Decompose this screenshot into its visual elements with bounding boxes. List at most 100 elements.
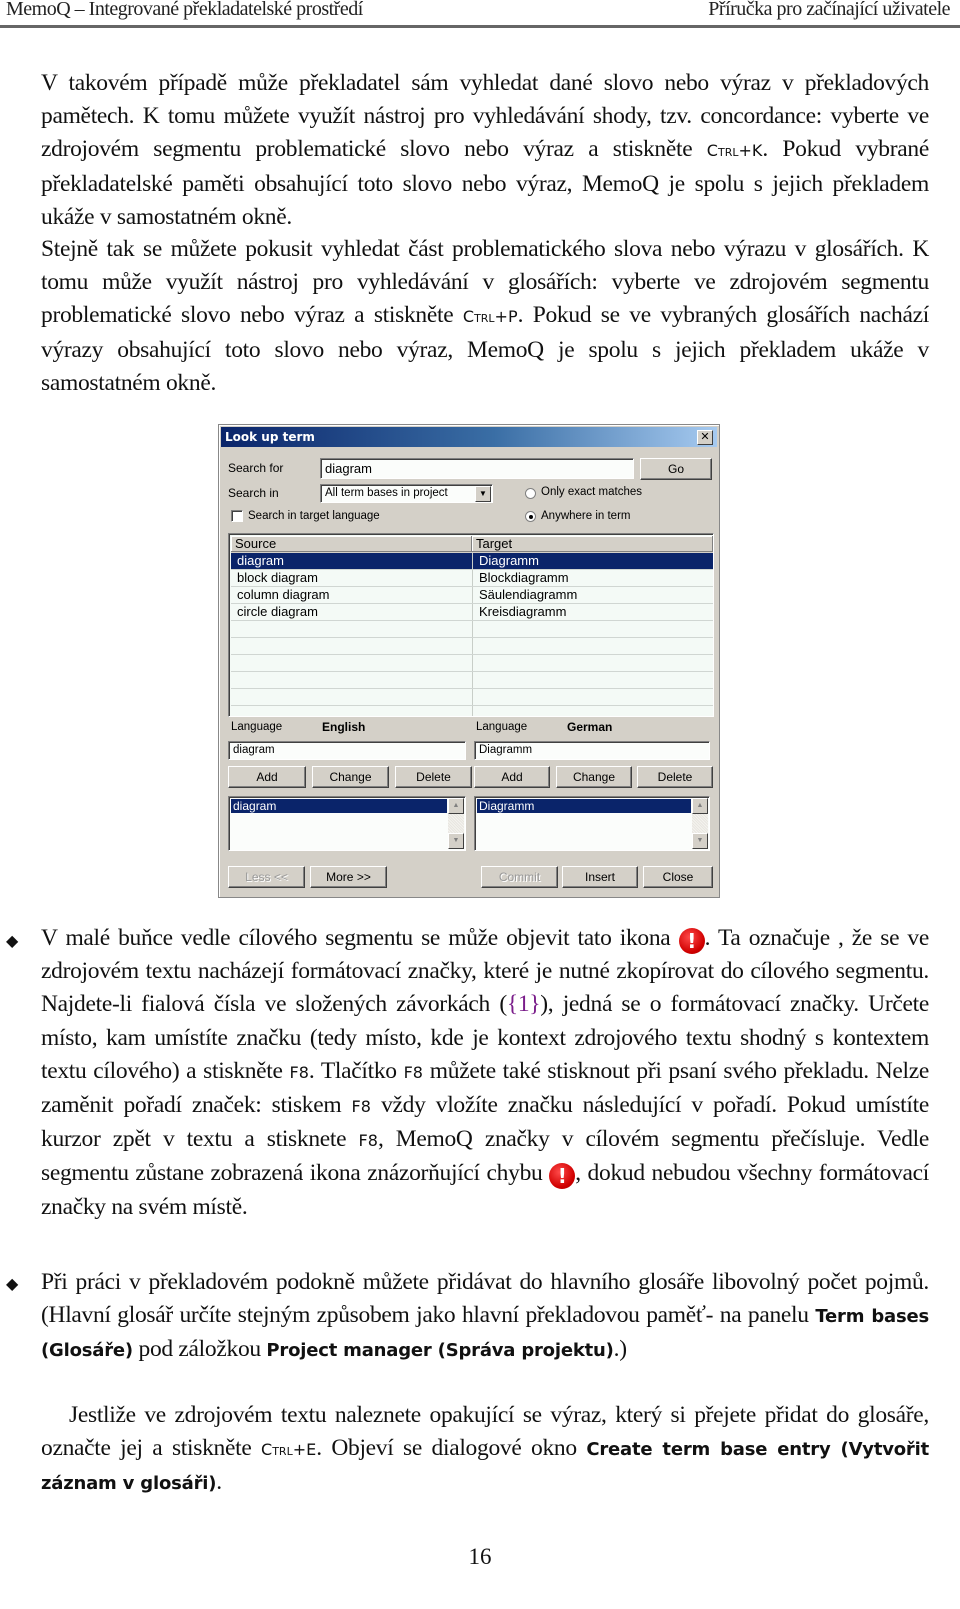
error-icon: ! <box>678 928 705 954</box>
source-change-button[interactable]: Change <box>312 766 389 788</box>
scroll-down-icon[interactable]: ▼ <box>448 833 464 849</box>
radio-anywhere-in-term[interactable] <box>525 511 536 522</box>
search-in-value: All term bases in project <box>325 487 448 499</box>
search-in-label: Search in <box>228 486 279 500</box>
empty-row <box>231 655 713 672</box>
bullet-paragraph-term-bases: Při práci v překladovém podokně můžete p… <box>41 1266 929 1368</box>
shortcut-ctrl-p: Ctrl+P <box>462 307 518 327</box>
target-delete-button[interactable]: Delete <box>637 766 713 788</box>
shortcut-f8: F8 <box>351 1097 371 1117</box>
empty-cell <box>472 672 713 688</box>
target-add-button[interactable]: Add <box>474 766 550 788</box>
table-row[interactable]: column diagram Säulendiagramm <box>231 587 713 604</box>
insert-button[interactable]: Insert <box>562 866 638 888</box>
empty-row <box>231 689 713 706</box>
empty-row <box>231 706 713 716</box>
empty-cell <box>472 655 713 671</box>
look-up-term-dialog: Look up term ✕ Search for diagram Go Sea… <box>218 424 720 898</box>
search-target-language-label: Search in target language <box>248 510 380 522</box>
empty-row <box>231 638 713 655</box>
radio-anywhere-in-term-label: Anywhere in term <box>541 510 631 522</box>
search-in-combo[interactable]: All term bases in project ▼ <box>320 484 493 503</box>
intro-paragraph-concordance: V takovém případě může překladatel sám v… <box>41 67 929 234</box>
target-term-list[interactable]: Diagramm ▲ ▼ <box>474 796 710 851</box>
shortcut-ctrl-e: Ctrl+E <box>261 1440 317 1460</box>
intro-paragraph-term-lookup: Stejně tak se můžete pokusit vyhledat čá… <box>41 233 929 400</box>
row-source: circle diagram <box>237 604 318 619</box>
scrollbar[interactable]: ▲ ▼ <box>692 798 708 849</box>
chevron-down-icon[interactable]: ▼ <box>475 486 491 502</box>
text: Při práci v překladovém podokně můžete p… <box>41 1269 929 1329</box>
source-language-value: English <box>322 720 366 734</box>
row-source: diagram <box>237 553 284 568</box>
source-term-input[interactable]: diagram <box>228 741 466 760</box>
commit-button[interactable]: Commit <box>481 866 558 888</box>
radio-only-exact-matches[interactable] <box>525 488 536 499</box>
paragraph-create-term-entry: Jestliže ve zdrojovém textu naleznete op… <box>41 1399 929 1501</box>
shortcut-f8: F8 <box>403 1062 423 1082</box>
row-target: Diagramm <box>472 553 713 569</box>
list-item[interactable]: Diagramm <box>477 799 691 813</box>
text: V malé buňce vedle cílového segmentu se … <box>41 925 679 951</box>
column-header-target[interactable]: Target <box>472 536 713 552</box>
less-button[interactable]: Less << <box>228 866 305 888</box>
shortcut-f8: F8 <box>289 1062 309 1082</box>
table-row[interactable]: circle diagram Kreisdiagramm <box>231 604 713 621</box>
text: . Objeví se dialogové okno <box>316 1435 587 1462</box>
row-target: Säulendiagramm <box>472 587 713 603</box>
go-button[interactable]: Go <box>640 458 712 480</box>
target-language-value: German <box>567 720 613 734</box>
dialog-title-bar: Look up term ✕ <box>221 427 717 447</box>
results-table-header: Source Target <box>231 536 713 553</box>
table-row[interactable]: diagram Diagramm <box>231 553 713 570</box>
empty-row <box>231 621 713 638</box>
radio-only-exact-matches-label: Only exact matches <box>541 486 642 498</box>
source-add-button[interactable]: Add <box>228 766 306 788</box>
source-delete-button[interactable]: Delete <box>395 766 472 788</box>
page-header: MemoQ – Integrované překladatelské prost… <box>0 0 960 28</box>
target-change-button[interactable]: Change <box>556 766 632 788</box>
source-language-label: Language <box>231 721 283 733</box>
header-guide-title: Příručka pro začínající uživatele <box>708 0 950 20</box>
text: . Tlačítko <box>308 1057 404 1084</box>
source-term-value: diagram <box>233 744 275 756</box>
empty-cell <box>472 638 713 654</box>
target-term-input[interactable]: Diagramm <box>474 741 710 760</box>
column-header-source[interactable]: Source <box>231 536 472 552</box>
scroll-down-icon[interactable]: ▼ <box>692 833 708 849</box>
list-item[interactable]: diagram <box>231 799 447 813</box>
formatting-tag-example: {1} <box>506 991 541 1018</box>
empty-cell <box>472 621 713 637</box>
ui-project-manager: Project manager (Správa projektu) <box>266 1340 614 1362</box>
scroll-up-icon[interactable]: ▲ <box>692 798 708 814</box>
row-source: column diagram <box>237 587 330 602</box>
text: .) <box>613 1336 627 1363</box>
search-for-input[interactable]: diagram <box>320 458 634 479</box>
target-language-label: Language <box>476 721 528 733</box>
close-icon[interactable]: ✕ <box>697 430 713 445</box>
empty-cell <box>472 689 713 705</box>
scrollbar[interactable]: ▲ ▼ <box>448 798 464 849</box>
scroll-up-icon[interactable]: ▲ <box>448 798 464 814</box>
bullet-icon: ◆ <box>6 933 19 950</box>
dialog-title: Look up term <box>225 430 315 444</box>
search-target-language-checkbox[interactable] <box>231 510 243 522</box>
row-target: Blockdiagramm <box>472 570 713 586</box>
table-row[interactable]: block diagram Blockdiagramm <box>231 570 713 587</box>
error-icon: ! <box>549 1163 576 1190</box>
bullet-icon: ◆ <box>6 1276 19 1293</box>
empty-cell <box>472 706 713 716</box>
more-button[interactable]: More >> <box>310 866 387 888</box>
target-term-value: Diagramm <box>479 744 533 756</box>
shortcut-f8: F8 <box>358 1131 378 1151</box>
close-button[interactable]: Close <box>643 866 713 888</box>
row-source: block diagram <box>237 570 318 585</box>
source-term-list[interactable]: diagram ▲ ▼ <box>228 796 466 851</box>
search-for-label: Search for <box>228 461 284 475</box>
results-table[interactable]: Source Target diagram Diagramm block dia… <box>228 533 714 717</box>
row-target: Kreisdiagramm <box>472 604 713 620</box>
bullet-paragraph-formatting-tags: V malé buňce vedle cílového segmentu se … <box>41 922 929 1224</box>
text: . <box>216 1469 222 1496</box>
header-rule <box>0 25 960 28</box>
search-for-value: diagram <box>325 461 372 476</box>
